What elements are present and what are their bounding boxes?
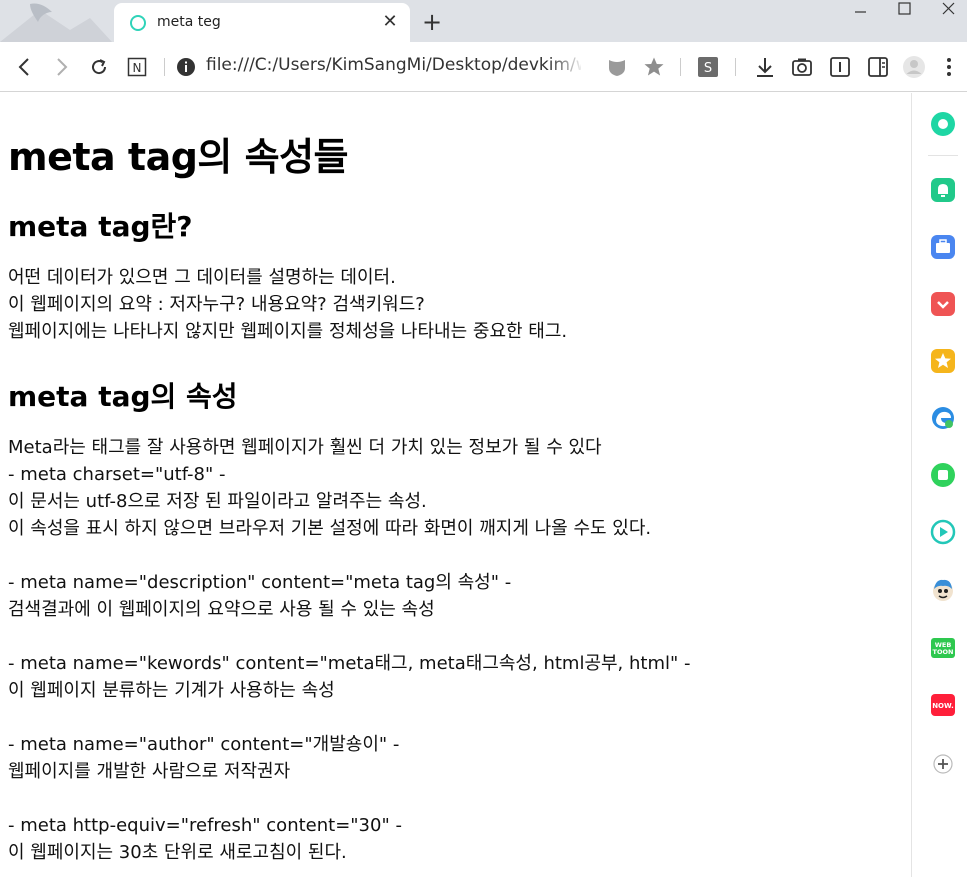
paragraph-line: - meta name="author" content="개발숑이" - bbox=[8, 734, 400, 755]
svg-text:NOW.: NOW. bbox=[932, 702, 954, 710]
title-bar: meta teg ✕ + bbox=[0, 0, 967, 42]
browser-brand-decoration bbox=[0, 0, 112, 42]
briefcase-icon[interactable] bbox=[930, 234, 956, 260]
paragraph-line: 이 문서는 utf-8으로 저장 된 파일이라고 알려주는 속성. bbox=[8, 491, 427, 512]
tab-favicon-icon bbox=[130, 15, 146, 31]
tab-close-icon[interactable]: ✕ bbox=[378, 10, 402, 34]
naver-logo-letter: N bbox=[133, 61, 142, 75]
paragraph-line: - meta http-equiv="refresh" content="30"… bbox=[8, 815, 402, 836]
bell-icon[interactable] bbox=[930, 177, 956, 203]
extension-s-letter: S bbox=[704, 61, 712, 76]
maximize-button[interactable] bbox=[882, 0, 926, 24]
address-fade bbox=[548, 52, 584, 82]
browser-sidebar: WEB TOON NOW. bbox=[911, 93, 967, 877]
page-title: meta tag의 속성들 bbox=[8, 135, 348, 179]
paragraph-line: 어떤 데이터가 있으면 그 데이터를 설명하는 데이터. bbox=[8, 267, 396, 288]
pocket-icon[interactable] bbox=[930, 291, 956, 317]
now-icon[interactable]: NOW. bbox=[930, 692, 956, 718]
paragraph-line: - meta charset="utf-8" - bbox=[8, 464, 226, 485]
star-icon[interactable] bbox=[930, 348, 956, 374]
paragraph-line: 이 웹페이지의 요약 : 저자누구? 내용요약? 검색키워드? bbox=[8, 294, 425, 315]
svg-text:TOON: TOON bbox=[933, 648, 954, 656]
paragraph-line: Meta라는 태그를 잘 사용하면 웹페이지가 훨씬 더 가치 있는 정보가 될… bbox=[8, 437, 602, 458]
toolbar-divider bbox=[164, 58, 165, 76]
reload-icon[interactable] bbox=[86, 54, 112, 80]
section-heading-meta-tag: meta tag란? bbox=[8, 210, 193, 243]
camera-capture-icon[interactable] bbox=[789, 54, 815, 80]
sidebar-toggle-icon[interactable] bbox=[865, 54, 891, 80]
browser-tab[interactable]: meta teg ✕ bbox=[114, 3, 410, 42]
sidebar-divider bbox=[928, 155, 958, 156]
webtoon-icon[interactable]: WEB TOON bbox=[930, 635, 956, 661]
address-bar-input[interactable]: file:///C:/Users/KimSangMi/Desktop/devki… bbox=[206, 55, 581, 75]
plus-icon[interactable] bbox=[930, 751, 956, 777]
page-content: meta tag의 속성들 meta tag란? 어떤 데이터가 있으면 그 데… bbox=[8, 93, 903, 877]
paragraph-line: 검색결과에 이 웹페이지의 요약으로 사용 될 수 있는 속성 bbox=[8, 599, 435, 620]
paragraph-line: 이 속성을 표시 하지 않으면 브라우저 기본 설정에 따라 화면이 깨지게 나… bbox=[8, 518, 652, 539]
reader-mode-icon[interactable] bbox=[827, 54, 853, 80]
play-icon[interactable] bbox=[930, 519, 956, 545]
section-heading-meta-attributes: meta tag의 속성 bbox=[8, 380, 238, 413]
tab-title: meta teg bbox=[157, 14, 221, 30]
profile-avatar-icon[interactable] bbox=[901, 54, 927, 80]
extension-s-icon[interactable]: S bbox=[695, 54, 721, 80]
edge-icon[interactable] bbox=[930, 405, 956, 431]
new-tab-button[interactable]: + bbox=[419, 9, 445, 35]
paragraph-line: - meta name="description" content="meta … bbox=[8, 572, 512, 593]
menu-kebab-icon[interactable] bbox=[936, 54, 962, 80]
paragraph-line: 웹페이지를 개발한 사람으로 저작권자 bbox=[8, 761, 291, 782]
bookmark-star-icon[interactable] bbox=[641, 54, 667, 80]
forward-arrow-icon[interactable] bbox=[48, 54, 74, 80]
toolbar-divider bbox=[735, 58, 736, 76]
minimize-button[interactable] bbox=[838, 0, 882, 24]
paragraph-line: 이 웹페이지 분류하는 기계가 사용하는 속성 bbox=[8, 680, 335, 701]
cartoon-character-icon[interactable] bbox=[930, 577, 956, 603]
paragraph-line: 웹페이지에는 나타나지 않지만 웹페이지를 정체성을 나타내는 중요한 태그. bbox=[8, 321, 568, 342]
info-icon[interactable] bbox=[173, 54, 199, 80]
shield-icon[interactable] bbox=[604, 54, 630, 80]
close-window-button[interactable] bbox=[926, 0, 967, 24]
paragraph-line: - meta name="kewords" content="meta태그, m… bbox=[8, 653, 691, 674]
square-icon[interactable] bbox=[930, 462, 956, 488]
browser-toolbar: N file:///C:/Users/KimSangMi/Desktop/dev… bbox=[0, 42, 967, 92]
naver-home-icon[interactable]: N bbox=[124, 54, 150, 80]
toolbar-divider bbox=[680, 58, 681, 76]
back-arrow-icon[interactable] bbox=[12, 54, 38, 80]
paragraph-line: 이 웹페이지는 30초 단위로 새로고침이 된다. bbox=[8, 842, 347, 863]
green-circle-icon[interactable] bbox=[930, 111, 956, 137]
download-icon[interactable] bbox=[752, 54, 778, 80]
